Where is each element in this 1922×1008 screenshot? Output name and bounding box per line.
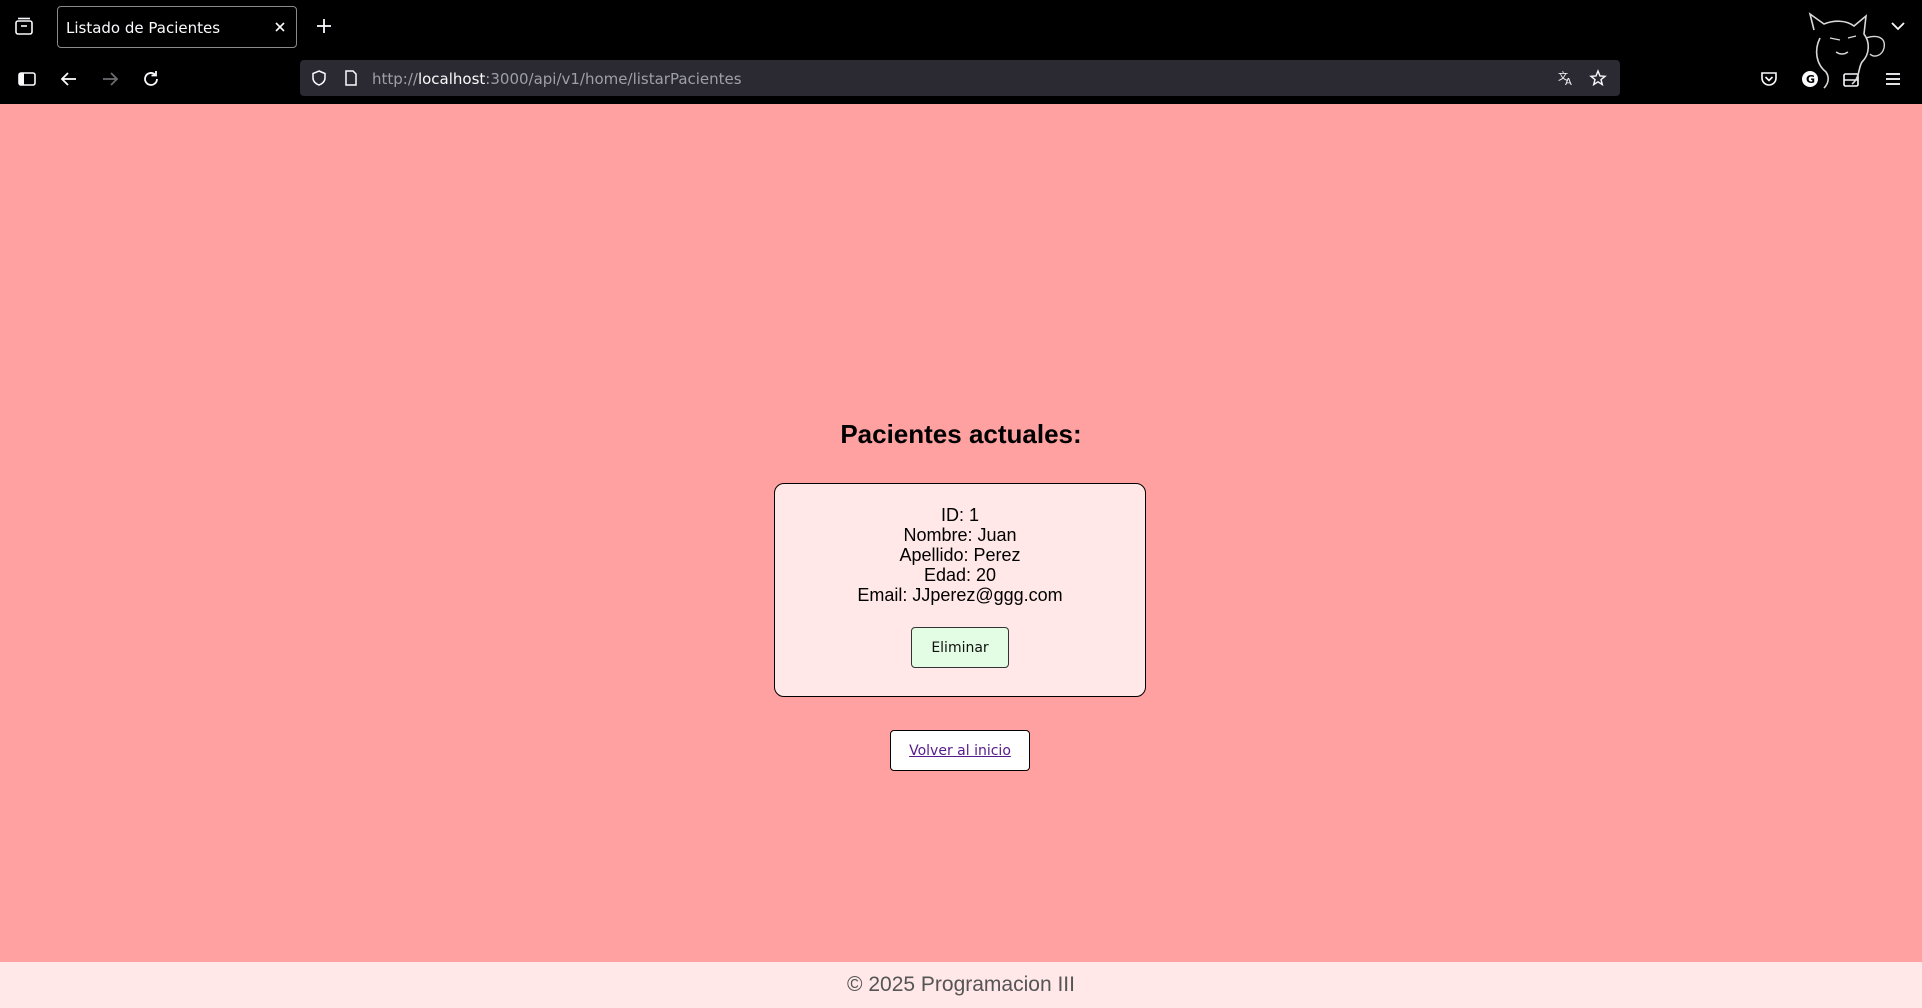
url-bar[interactable]: http://localhost:3000/api/v1/home/listar… [300, 60, 1620, 96]
sidebar-icon[interactable] [16, 68, 38, 90]
shield-icon[interactable] [310, 69, 328, 87]
page-title: Pacientes actuales: [840, 419, 1082, 449]
patient-nombre: Nombre: Juan [903, 525, 1017, 545]
translate-icon[interactable]: 文 A [1557, 69, 1575, 87]
reload-icon[interactable] [140, 68, 162, 90]
url-text[interactable]: http://localhost:3000/api/v1/home/listar… [372, 70, 742, 88]
patient-apellido: Apellido: Perez [899, 545, 1021, 565]
patient-email: Email: JJperez@ggg.com [857, 585, 1063, 605]
close-icon[interactable] [272, 19, 288, 35]
plus-icon[interactable] [314, 16, 334, 36]
footer: © 2025 Programacion III [0, 962, 1922, 1008]
browser-tab-bar: Listado de Pacientes [0, 0, 1922, 54]
back-to-home-link[interactable]: Volver al inicio [909, 743, 1011, 759]
pocket-icon[interactable] [1758, 68, 1780, 90]
chevron-down-icon[interactable] [1888, 16, 1908, 36]
page-icon[interactable] [342, 69, 360, 87]
back-arrow-icon[interactable] [58, 68, 80, 90]
cat-mascot-icon [1808, 12, 1885, 89]
page-content: Pacientes actuales: ID: 1 Nombre: Juan A… [0, 104, 1922, 962]
patient-details: ID: 1 Nombre: Juan Apellido: Perez Edad:… [775, 484, 1145, 605]
tab-list-icon[interactable] [12, 15, 36, 39]
svg-text:A: A [1565, 77, 1572, 87]
browser-nav-bar: http://localhost:3000/api/v1/home/listar… [0, 54, 1922, 104]
tab-title: Listado de Pacientes [66, 19, 221, 37]
tab-active[interactable]: Listado de Pacientes [57, 6, 297, 48]
back-to-home-button[interactable]: Volver al inicio [890, 730, 1030, 771]
patient-card: ID: 1 Nombre: Juan Apellido: Perez Edad:… [774, 483, 1146, 697]
star-icon[interactable] [1589, 69, 1607, 87]
forward-arrow-icon[interactable] [99, 68, 121, 90]
delete-patient-button[interactable]: Eliminar [911, 627, 1009, 668]
patient-id: ID: 1 [940, 505, 979, 525]
patient-edad: Edad: 20 [923, 565, 997, 585]
